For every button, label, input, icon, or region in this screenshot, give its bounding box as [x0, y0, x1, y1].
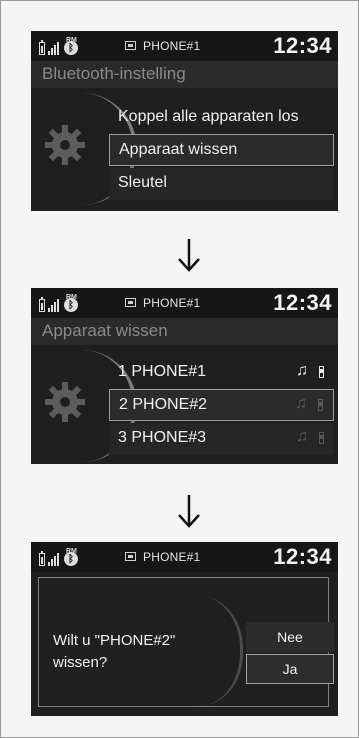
dialog-question: Wilt u "PHONE#2" wissen? [53, 632, 176, 671]
manual-figure: RM ᛒ PHONE#1 12:34 Bluetooth-instelling … [0, 0, 359, 738]
menu-title: Apparaat wissen [42, 321, 168, 340]
screen-bluetooth-settings: RM ᛒ PHONE#1 12:34 Bluetooth-instelling … [31, 31, 338, 211]
down-arrow-icon [178, 495, 200, 528]
roaming-label: RM [66, 548, 77, 555]
status-icons: RM ᛒ [39, 548, 78, 566]
clock: 12:34 [273, 544, 332, 569]
device-item-phone2[interactable]: 2 PHONE#2 ♫ [109, 389, 334, 421]
menu-title-bar: Bluetooth-instelling [31, 61, 338, 88]
signal-strength-icon: RM [48, 548, 77, 566]
phone-icon [319, 366, 324, 378]
confirm-dialog: Wilt u "PHONE#2" wissen? Nee Ja [38, 577, 334, 707]
battery-icon [39, 297, 45, 312]
phone-icon [319, 432, 324, 444]
battery-icon [39, 40, 45, 55]
menu-item-disconnect-all[interactable]: Koppel alle apparaten los [109, 102, 334, 134]
phone-icon [125, 552, 136, 561]
menu-item-label: Sleutel [118, 174, 167, 191]
device-label: 3 PHONE#3 [118, 429, 207, 446]
signal-strength-icon: RM [48, 294, 77, 312]
screen-confirm-delete: RM ᛒ PHONE#1 12:34 Wilt u "PHONE#2" wiss… [31, 542, 338, 716]
clock: 12:34 [273, 290, 332, 315]
status-bar: RM ᛒ PHONE#1 12:34 [31, 542, 338, 572]
roaming-label: RM [66, 294, 77, 301]
menu-item-label: Apparaat wissen [119, 141, 238, 158]
signal-strength-icon: RM [48, 37, 77, 55]
music-note-icon: ♫ [296, 428, 308, 445]
dialog-dial-arc [199, 596, 243, 706]
no-button[interactable]: Nee [246, 622, 334, 652]
status-icons: RM ᛒ [39, 37, 78, 55]
menu-item-label: Koppel alle apparaten los [118, 108, 299, 125]
music-note-icon: ♫ [296, 362, 308, 379]
device-label: 2 PHONE#2 [119, 396, 208, 413]
device-item-phone3[interactable]: 3 PHONE#3 ♫ [109, 423, 334, 455]
device-label: 1 PHONE#1 [118, 363, 207, 380]
connected-phone-name: PHONE#1 [143, 39, 201, 53]
phone-icon [318, 399, 323, 411]
phone-icon [125, 298, 136, 307]
roaming-label: RM [66, 37, 77, 44]
menu-item-delete-device[interactable]: Apparaat wissen [109, 134, 334, 166]
menu-item-key[interactable]: Sleutel [109, 168, 334, 200]
screen-delete-device: RM ᛒ PHONE#1 12:34 Apparaat wissen 1 PHO… [31, 288, 338, 464]
down-arrow-icon [178, 239, 200, 272]
connected-phone-name: PHONE#1 [143, 550, 201, 564]
battery-icon [39, 551, 45, 566]
yes-button[interactable]: Ja [246, 654, 334, 684]
device-item-phone1[interactable]: 1 PHONE#1 ♫ [109, 357, 334, 389]
menu-title-bar: Apparaat wissen [31, 318, 338, 345]
clock: 12:34 [273, 33, 332, 58]
status-icons: RM ᛒ [39, 294, 78, 312]
connected-phone-name: PHONE#1 [143, 296, 201, 310]
menu-title: Bluetooth-instelling [42, 64, 186, 83]
music-note-icon: ♫ [295, 395, 307, 412]
status-bar: RM ᛒ PHONE#1 12:34 [31, 31, 338, 61]
status-bar: RM ᛒ PHONE#1 12:34 [31, 288, 338, 318]
phone-icon [125, 41, 136, 50]
